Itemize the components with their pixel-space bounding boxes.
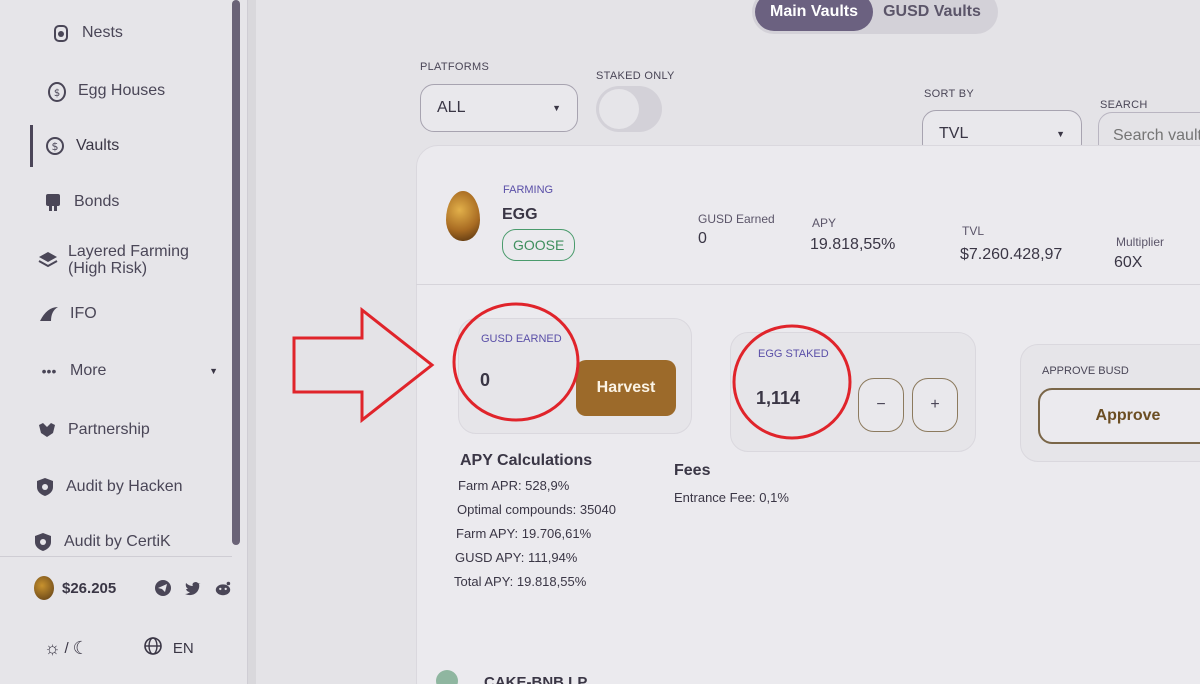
sidebar-item-vaults[interactable]: $ Vaults bbox=[44, 135, 119, 157]
egg-token-icon bbox=[34, 576, 54, 600]
tvl-value: $7.260.428,97 bbox=[960, 246, 1063, 263]
vault-category: FARMING bbox=[503, 184, 554, 196]
platforms-label: PLATFORMS bbox=[420, 61, 490, 73]
active-indicator bbox=[30, 125, 33, 167]
twitter-icon[interactable] bbox=[184, 579, 202, 597]
sidebar-item-egg-houses[interactable]: $ Egg Houses bbox=[46, 80, 165, 102]
total-apy: Total APY: 19.818,55% bbox=[454, 574, 587, 589]
sidebar-item-label: Layered Farming (High Risk) bbox=[68, 243, 189, 277]
sort-by-label: SORT BY bbox=[924, 88, 974, 100]
gusd-earned-panel-label: GUSD EARNED bbox=[481, 333, 562, 345]
tab-main-vaults[interactable]: Main Vaults bbox=[755, 0, 873, 31]
egg-staked-value: 1,114 bbox=[756, 388, 801, 408]
platform-tag: GOOSE bbox=[502, 229, 576, 261]
approve-busd-label: APPROVE BUSD bbox=[1042, 365, 1129, 377]
harvest-button[interactable]: Harvest bbox=[576, 360, 676, 416]
sidebar-item-label: Audit by Hacken bbox=[66, 478, 183, 495]
sort-by-value: TVL bbox=[939, 125, 969, 142]
theme-language-row: ☼ / ☾ EN bbox=[44, 636, 194, 660]
egg-staked-label: EGG STAKED bbox=[758, 348, 829, 360]
apy-calculations-title: APY Calculations bbox=[460, 452, 593, 469]
reddit-icon[interactable] bbox=[214, 579, 232, 597]
platforms-select[interactable]: ALL ▼ bbox=[420, 84, 578, 132]
sidebar-item-partnership[interactable]: Partnership bbox=[36, 419, 150, 441]
sidebar: Nests $ Egg Houses $ Vaults Bonds Layere… bbox=[0, 0, 248, 684]
egg-house-icon: $ bbox=[46, 80, 68, 102]
tvl-label: TVL bbox=[962, 224, 985, 238]
sidebar-item-label: Vaults bbox=[76, 137, 120, 154]
gusd-earned-value: 0 bbox=[698, 230, 707, 247]
approve-button[interactable]: Approve bbox=[1038, 388, 1200, 444]
shield-icon bbox=[32, 531, 54, 553]
apy-label: APY bbox=[812, 216, 837, 230]
farm-apr: Farm APR: 528,9% bbox=[458, 478, 570, 493]
theme-separator: / bbox=[64, 639, 69, 657]
sidebar-divider bbox=[0, 556, 232, 557]
sidebar-item-bonds[interactable]: Bonds bbox=[42, 191, 119, 213]
multiplier-value: 60X bbox=[1114, 254, 1143, 271]
svg-text:$: $ bbox=[54, 88, 60, 99]
nest-icon bbox=[50, 22, 72, 44]
language-label[interactable]: EN bbox=[173, 640, 194, 657]
sidebar-item-audit-certik[interactable]: Audit by CertiK bbox=[32, 531, 171, 553]
ifo-icon bbox=[38, 303, 60, 325]
staked-only-toggle[interactable] bbox=[596, 86, 662, 132]
sidebar-item-label: Nests bbox=[82, 24, 123, 41]
tab-gusd-vaults[interactable]: GUSD Vaults bbox=[873, 0, 991, 31]
stake-button[interactable]: + bbox=[912, 378, 958, 432]
vault-card-divider bbox=[416, 284, 1200, 285]
chevron-down-icon: ▼ bbox=[209, 366, 218, 376]
sidebar-item-nests[interactable]: Nests bbox=[50, 22, 123, 44]
next-vault-name: CAKE-BNB LP bbox=[484, 674, 588, 684]
egg-token-logo bbox=[446, 191, 480, 241]
gusd-earned-panel-value: 0 bbox=[480, 370, 491, 390]
partnership-icon bbox=[36, 419, 58, 441]
sidebar-item-ifo[interactable]: IFO bbox=[38, 303, 97, 325]
globe-icon[interactable] bbox=[143, 636, 163, 660]
vault-name: EGG bbox=[502, 206, 538, 223]
sidebar-scrollbar[interactable] bbox=[232, 0, 240, 545]
sidebar-item-label: Audit by CertiK bbox=[64, 533, 171, 550]
sidebar-item-layered-farming[interactable]: Layered Farming (High Risk) bbox=[38, 243, 228, 277]
toggle-knob bbox=[599, 89, 639, 129]
social-links bbox=[154, 579, 232, 597]
vault-tabs: Main Vaults GUSD Vaults bbox=[752, 0, 998, 34]
sidebar-item-label: Egg Houses bbox=[78, 82, 166, 99]
chevron-down-icon: ▼ bbox=[1056, 129, 1065, 139]
sidebar-item-audit-hacken[interactable]: Audit by Hacken bbox=[34, 476, 183, 498]
more-icon: ••• bbox=[41, 363, 57, 379]
multiplier-label: Multiplier bbox=[1116, 235, 1165, 249]
layers-icon bbox=[38, 249, 58, 271]
bonds-icon bbox=[42, 191, 64, 213]
platforms-value: ALL bbox=[437, 99, 466, 116]
entrance-fee: Entrance Fee: 0,1% bbox=[674, 490, 789, 505]
gusd-earned-label: GUSD Earned bbox=[698, 212, 775, 226]
svg-text:$: $ bbox=[52, 140, 59, 153]
staked-only-label: STAKED ONLY bbox=[596, 70, 675, 82]
sun-icon[interactable]: ☼ bbox=[44, 638, 61, 659]
sidebar-item-label: Bonds bbox=[74, 193, 120, 210]
sidebar-item-label: IFO bbox=[70, 305, 97, 322]
farm-apy: Farm APY: 19.706,61% bbox=[456, 526, 592, 541]
gusd-apy: GUSD APY: 111,94% bbox=[455, 550, 578, 565]
optimal-compounds: Optimal compounds: 35040 bbox=[457, 502, 616, 517]
chevron-down-icon: ▼ bbox=[552, 103, 561, 113]
apy-value: 19.818,55% bbox=[810, 236, 896, 253]
fees-title: Fees bbox=[674, 462, 711, 479]
unstake-button[interactable]: − bbox=[858, 378, 904, 432]
moon-icon[interactable]: ☾ bbox=[73, 638, 89, 659]
egg-price: $26.205 bbox=[34, 576, 232, 600]
egg-price-value: $26.205 bbox=[62, 579, 117, 597]
telegram-icon[interactable] bbox=[154, 579, 172, 597]
vault-icon: $ bbox=[44, 135, 66, 157]
shield-icon bbox=[34, 476, 56, 498]
sidebar-item-more[interactable]: ••• More ▼ bbox=[38, 360, 218, 382]
sidebar-item-label: Partnership bbox=[68, 421, 150, 438]
search-label: SEARCH bbox=[1100, 99, 1148, 111]
sidebar-item-label: More bbox=[70, 362, 107, 379]
